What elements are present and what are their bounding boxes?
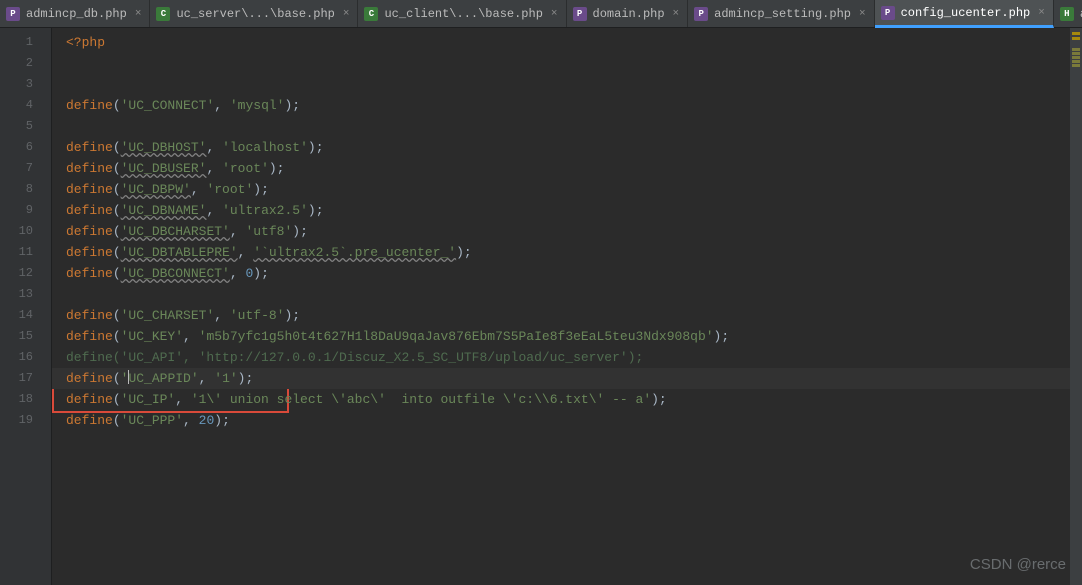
php-file-icon: P bbox=[6, 7, 20, 21]
tab-config-ucenter-php[interactable]: Pconfig_ucenter.php × bbox=[875, 0, 1054, 28]
line-number: 19 bbox=[0, 410, 51, 431]
code-line[interactable] bbox=[52, 284, 1082, 305]
line-number: 7 bbox=[0, 158, 51, 179]
close-icon[interactable]: × bbox=[551, 8, 558, 20]
code-line[interactable]: define('UC_DBUSER', 'root'); bbox=[52, 158, 1082, 179]
code-line[interactable]: define('UC_CONNECT', 'mysql'); bbox=[52, 95, 1082, 116]
close-icon[interactable]: × bbox=[343, 8, 350, 20]
code-line[interactable] bbox=[52, 74, 1082, 95]
code-line[interactable]: define('UC_KEY', 'm5b7yfc1g5h0t4t627H1l8… bbox=[52, 326, 1082, 347]
tab-uc-client-base-php[interactable]: Cuc_client\...\base.php × bbox=[358, 0, 566, 27]
line-number: 14 bbox=[0, 305, 51, 326]
tab-admincp-db-php[interactable]: Padmincp_db.php × bbox=[0, 0, 150, 27]
code-line[interactable]: define('UC_IP', '1\' union select \'abc\… bbox=[52, 389, 1082, 410]
line-number: 6 bbox=[0, 137, 51, 158]
tab-label: uc_server\...\base.php bbox=[176, 7, 334, 21]
tab-label: uc_client\...\base.php bbox=[384, 7, 542, 21]
close-icon[interactable]: × bbox=[135, 8, 142, 20]
line-number: 12 bbox=[0, 263, 51, 284]
close-icon[interactable]: × bbox=[1038, 7, 1045, 19]
code-line[interactable] bbox=[52, 116, 1082, 137]
htm-file-icon: H bbox=[1060, 7, 1074, 21]
line-number: 2 bbox=[0, 53, 51, 74]
code-line[interactable]: define('UC_PPP', 20); bbox=[52, 410, 1082, 431]
line-number: 3 bbox=[0, 74, 51, 95]
code-line[interactable]: define('UC_DBCONNECT', 0); bbox=[52, 263, 1082, 284]
line-number: 8 bbox=[0, 179, 51, 200]
code-line[interactable]: define('UC_CHARSET', 'utf-8'); bbox=[52, 305, 1082, 326]
line-number: 16 bbox=[0, 347, 51, 368]
code-area[interactable]: <?php define('UC_CONNECT', 'mysql'); defin… bbox=[52, 28, 1082, 585]
editor-tabbar: Padmincp_db.php × Cuc_server\...\base.php ×… bbox=[0, 0, 1082, 28]
close-icon[interactable]: × bbox=[859, 8, 866, 20]
code-line[interactable]: <?php bbox=[52, 32, 1082, 53]
tab-label: config_ucenter.php bbox=[901, 6, 1031, 20]
tab-label: domain.php bbox=[593, 7, 665, 21]
close-icon[interactable]: × bbox=[673, 8, 680, 20]
line-number: 13 bbox=[0, 284, 51, 305]
tab-label: admincp_db.php bbox=[26, 7, 127, 21]
line-number: 4 bbox=[0, 95, 51, 116]
line-number: 17 bbox=[0, 368, 51, 389]
line-number: 18 bbox=[0, 389, 51, 410]
code-line[interactable]: define('UC_APPID', '1'); bbox=[52, 368, 1082, 389]
line-number: 1 bbox=[0, 32, 51, 53]
code-editor[interactable]: 12345678910111213141516171819 <?phpdefin… bbox=[0, 28, 1082, 585]
editor-scrollbar[interactable] bbox=[1070, 28, 1082, 585]
code-line[interactable]: define('UC_DBTABLEPRE', '`ultrax2.5`.pre… bbox=[52, 242, 1082, 263]
tab-admin-app-htm[interactable]: Hadmin_app.htm× bbox=[1054, 0, 1082, 27]
line-number-gutter: 12345678910111213141516171819 bbox=[0, 28, 52, 585]
tab-uc-server-base-php[interactable]: Cuc_server\...\base.php × bbox=[150, 0, 358, 27]
tab-label: admincp_setting.php bbox=[714, 7, 851, 21]
code-line[interactable]: define('UC_DBHOST', 'localhost'); bbox=[52, 137, 1082, 158]
php-file-icon: P bbox=[694, 7, 708, 21]
cfg-file-icon: C bbox=[364, 7, 378, 21]
line-number: 11 bbox=[0, 242, 51, 263]
line-number: 5 bbox=[0, 116, 51, 137]
code-line[interactable]: define('UC_DBPW', 'root'); bbox=[52, 179, 1082, 200]
cfg-file-icon: C bbox=[156, 7, 170, 21]
tab-admincp-setting-php[interactable]: Padmincp_setting.php × bbox=[688, 0, 874, 27]
code-line[interactable]: define('UC_DBCHARSET', 'utf8'); bbox=[52, 221, 1082, 242]
line-number: 9 bbox=[0, 200, 51, 221]
php-file-icon: P bbox=[573, 7, 587, 21]
code-line[interactable]: define('UC_DBNAME', 'ultrax2.5'); bbox=[52, 200, 1082, 221]
line-number: 15 bbox=[0, 326, 51, 347]
php-file-icon: P bbox=[881, 6, 895, 20]
code-line[interactable] bbox=[52, 53, 1082, 74]
code-line[interactable]: define('UC_API', 'http://127.0.0.1/Discu… bbox=[52, 347, 1082, 368]
tab-domain-php[interactable]: Pdomain.php × bbox=[567, 0, 689, 27]
line-number: 10 bbox=[0, 221, 51, 242]
